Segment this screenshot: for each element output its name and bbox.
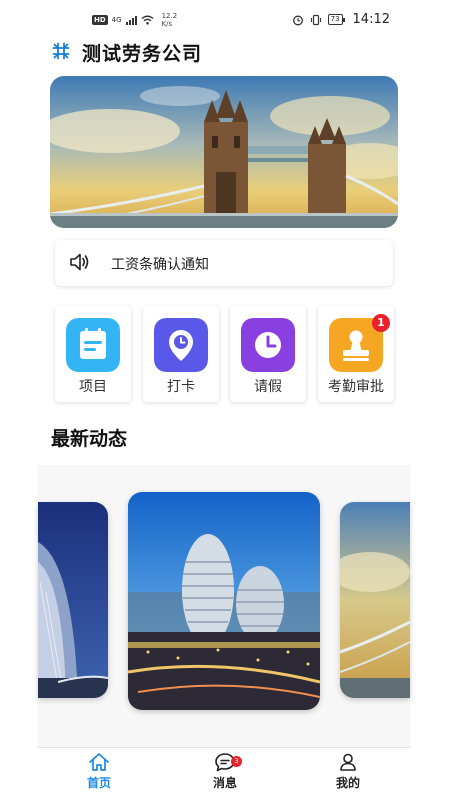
company-name: 测试劳务公司 xyxy=(82,43,203,65)
clock-in-icon xyxy=(154,318,208,372)
network-speed: 12.2 K/s xyxy=(162,12,178,28)
bottom-nav: 首页 3 消息 我的 xyxy=(38,747,410,800)
nav-messages-label: 消息 xyxy=(212,776,237,790)
feature-clock-in-label: 打卡 xyxy=(167,379,195,395)
tower-bridge-photo xyxy=(50,76,398,228)
leave-icon xyxy=(241,318,295,372)
feature-clock-in[interactable]: 打卡 xyxy=(143,306,219,402)
feature-approval-label: 考勤审批 xyxy=(328,379,384,395)
alarm-icon xyxy=(292,15,303,25)
nav-home-label: 首页 xyxy=(86,776,111,790)
notice-bar[interactable]: 工资条确认通知 xyxy=(55,240,393,286)
speed-value: 12.2 xyxy=(161,12,178,20)
feature-leave-label: 请假 xyxy=(254,379,282,395)
network-type: 4G xyxy=(111,16,122,24)
nav-home[interactable]: 首页 xyxy=(59,752,139,791)
feature-project[interactable]: 项目 xyxy=(55,306,131,402)
hd-badge: HD xyxy=(92,15,108,25)
news-card-center[interactable] xyxy=(128,492,320,710)
approval-badge: 1 xyxy=(372,314,390,332)
banner-carousel[interactable] xyxy=(50,76,398,228)
feature-approval[interactable]: 1 考勤审批 xyxy=(318,306,394,402)
project-icon xyxy=(66,318,120,372)
feature-project-label: 项目 xyxy=(79,379,107,395)
status-right: 73 14:12 xyxy=(292,12,390,27)
feature-leave[interactable]: 请假 xyxy=(230,306,306,402)
battery-indicator: 73 xyxy=(327,14,345,25)
nav-profile[interactable]: 我的 xyxy=(308,752,388,791)
news-section-title: 最新动态 xyxy=(51,428,128,450)
wifi-icon xyxy=(141,15,154,25)
nav-profile-label: 我的 xyxy=(335,776,360,790)
signal-icon xyxy=(125,15,137,25)
burj-al-arab-photo xyxy=(38,502,108,698)
status-left: HD 4G 12.2 K/s xyxy=(92,12,177,28)
news-card-left[interactable] xyxy=(38,502,108,698)
tower-bridge-photo-small xyxy=(340,502,410,698)
status-time: 14:12 xyxy=(352,12,390,27)
nav-messages[interactable]: 3 消息 xyxy=(185,752,265,791)
vibrate-icon xyxy=(310,14,321,25)
status-bar: HD 4G 12.2 K/s 73 14:12 xyxy=(0,0,450,36)
news-card-right[interactable] xyxy=(340,502,410,698)
galaxy-soho-photo xyxy=(128,492,320,710)
app-header: 测试劳务公司 xyxy=(0,36,450,72)
user-icon xyxy=(340,753,356,771)
messages-badge: 3 xyxy=(231,756,242,767)
speaker-icon xyxy=(70,253,89,271)
speed-unit: K/s xyxy=(161,20,173,28)
notice-text: 工资条确认通知 xyxy=(111,257,209,273)
grid-hash-icon xyxy=(52,42,70,60)
home-icon xyxy=(89,753,109,771)
